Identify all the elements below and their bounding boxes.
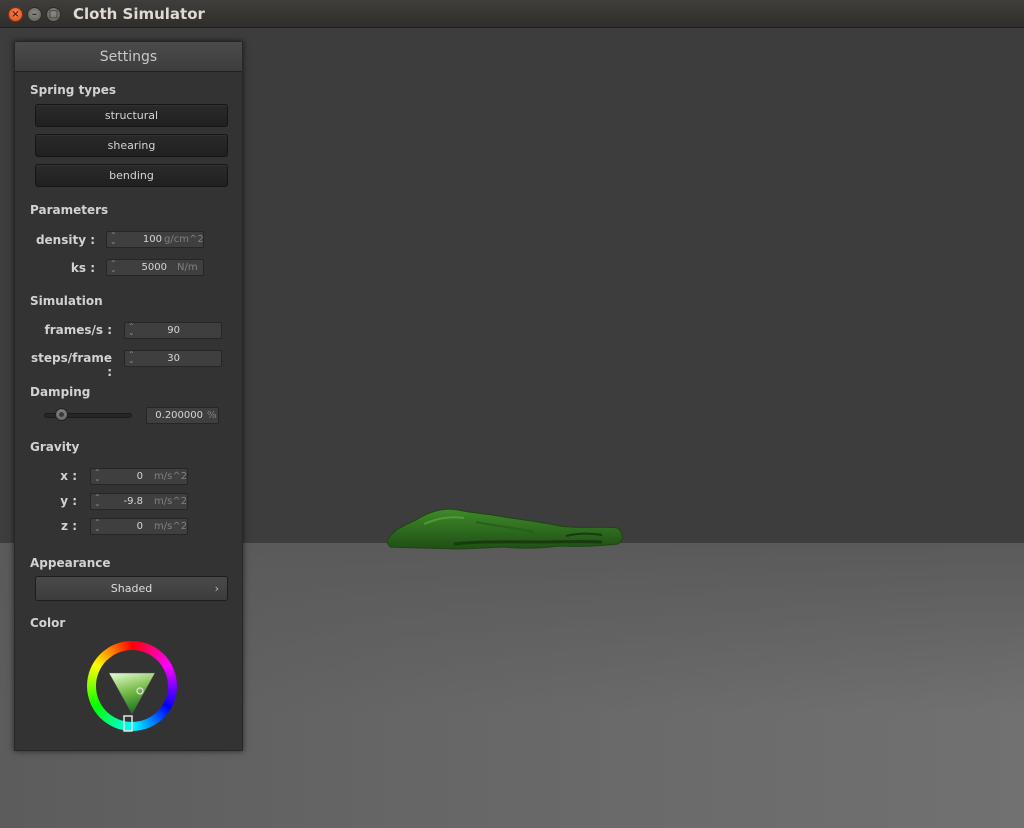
- appearance-selected: Shaded: [110, 582, 153, 595]
- density-value: 100: [142, 234, 162, 245]
- minimize-icon: –: [32, 9, 37, 20]
- fps-label: frames/s :: [44, 323, 112, 337]
- spring-types-heading: Spring types: [30, 83, 117, 97]
- gravity-x-label: x :: [60, 469, 77, 483]
- spin-icon[interactable]: ⌃ ⌄: [94, 519, 101, 533]
- shearing-button[interactable]: shearing: [35, 134, 228, 157]
- spin-icon[interactable]: ⌃ ⌄: [110, 232, 117, 246]
- ks-unit: N/m: [177, 262, 198, 273]
- ks-label: ks :: [70, 261, 95, 275]
- close-icon: ×: [11, 9, 20, 20]
- damping-value: 0.200000: [155, 410, 203, 421]
- density-unit: g/cm^2: [164, 234, 204, 245]
- spin-icon[interactable]: ⌃ ⌄: [128, 323, 135, 337]
- damping-field[interactable]: 0.200000 %: [146, 407, 219, 424]
- damping-heading: Damping: [30, 385, 91, 399]
- gravity-x-value: 0: [136, 471, 143, 482]
- parameters-heading: Parameters: [30, 203, 109, 217]
- structural-button[interactable]: structural: [35, 104, 228, 127]
- appearance-heading: Appearance: [30, 556, 111, 570]
- spin-icon[interactable]: ⌃ ⌄: [110, 260, 117, 274]
- ks-field[interactable]: ⌃ ⌄ 5000 N/m: [106, 259, 204, 276]
- window-title: Cloth Simulator: [73, 5, 205, 23]
- gravity-z-value: 0: [136, 521, 143, 532]
- steps-label: steps/frame :: [30, 351, 112, 379]
- gravity-z-label: z :: [61, 519, 77, 533]
- gravity-z-unit: m/s^2: [154, 521, 188, 532]
- density-label: density :: [35, 233, 95, 247]
- simulation-heading: Simulation: [30, 294, 103, 308]
- fps-value: 90: [167, 325, 180, 336]
- settings-panel: Settings Spring types structural shearin…: [14, 41, 243, 751]
- cloth-mesh: [386, 508, 623, 550]
- maximize-window-button[interactable]: □: [46, 7, 61, 22]
- steps-value: 30: [167, 353, 180, 364]
- damping-unit: %: [207, 410, 217, 421]
- gravity-heading: Gravity: [30, 440, 80, 454]
- gravity-x-field[interactable]: ⌃ ⌄ 0 m/s^2: [90, 468, 188, 485]
- gravity-x-unit: m/s^2: [154, 471, 188, 482]
- spin-icon[interactable]: ⌃ ⌄: [94, 469, 101, 483]
- chevron-right-icon: ›: [214, 582, 219, 595]
- spin-icon[interactable]: ⌃ ⌄: [128, 351, 135, 365]
- maximize-icon: □: [48, 9, 59, 20]
- bending-button[interactable]: bending: [35, 164, 228, 187]
- gravity-y-field[interactable]: ⌃ ⌄ -9.8 m/s^2: [90, 493, 188, 510]
- minimize-window-button[interactable]: –: [27, 7, 42, 22]
- gravity-z-field[interactable]: ⌃ ⌄ 0 m/s^2: [90, 518, 188, 535]
- fps-field[interactable]: ⌃ ⌄ 90: [124, 322, 222, 339]
- window-titlebar: × – □ Cloth Simulator: [0, 0, 1024, 28]
- color-heading: Color: [30, 616, 66, 630]
- ks-value: 5000: [141, 262, 167, 273]
- appearance-dropdown[interactable]: Shaded ›: [35, 576, 228, 601]
- spin-icon[interactable]: ⌃ ⌄: [94, 494, 101, 508]
- damping-slider-handle[interactable]: [55, 408, 68, 421]
- density-field[interactable]: ⌃ ⌄ 100 g/cm^2: [106, 231, 204, 248]
- gravity-y-unit: m/s^2: [154, 496, 188, 507]
- settings-panel-title: Settings: [15, 42, 242, 72]
- gravity-y-label: y :: [60, 494, 77, 508]
- steps-field[interactable]: ⌃ ⌄ 30: [124, 350, 222, 367]
- close-window-button[interactable]: ×: [8, 7, 23, 22]
- gravity-y-value: -9.8: [123, 496, 143, 507]
- color-wheel[interactable]: [86, 640, 178, 732]
